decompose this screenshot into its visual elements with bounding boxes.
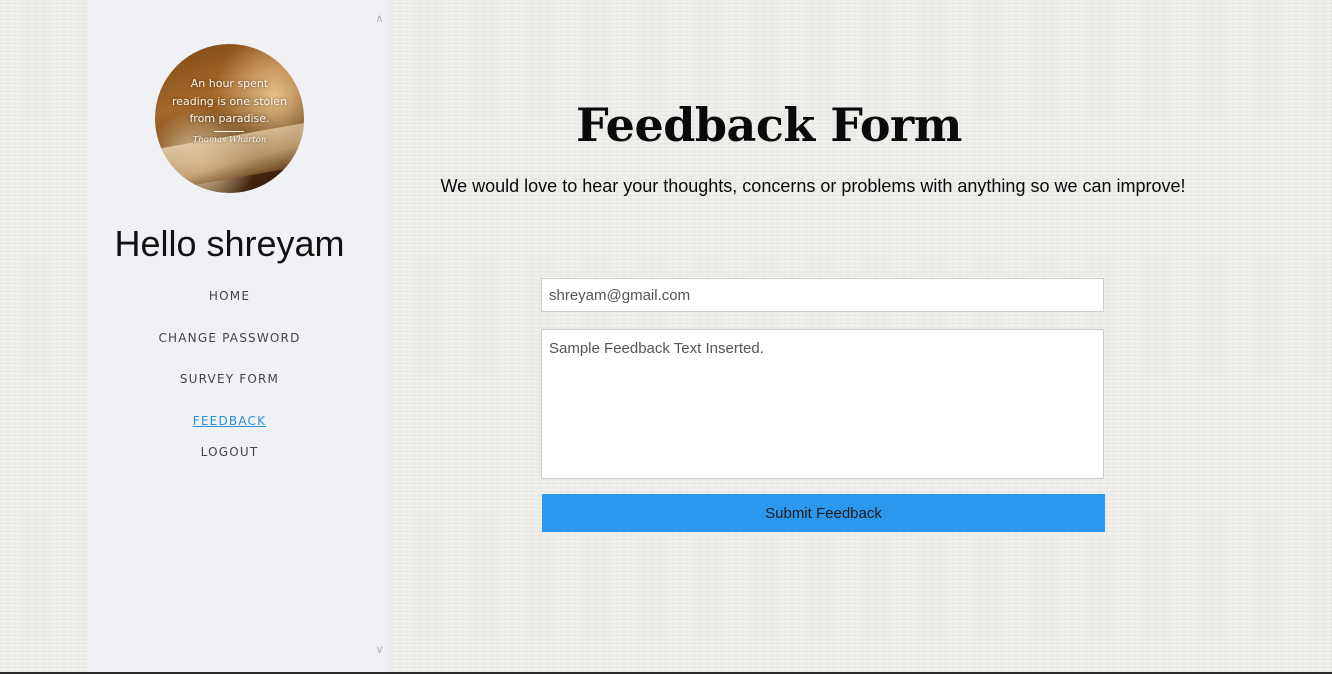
avatar: An hour spent reading is one stolen from… <box>155 44 304 193</box>
avatar-quote-line-1: An hour spent <box>190 77 269 90</box>
nav-link-home[interactable]: HOME <box>88 288 371 304</box>
chevron-up-icon[interactable]: ∧ <box>371 11 388 27</box>
avatar-quote-author: Thomas Wharton <box>192 135 267 145</box>
page-title: Feedback Form <box>576 98 962 152</box>
nav-link-feedback[interactable]: FEEDBACK <box>88 413 371 429</box>
avatar-quote-line-3: from paradise. <box>189 112 270 125</box>
submit-feedback-button[interactable]: Submit Feedback <box>542 494 1105 532</box>
chevron-down-icon[interactable]: ∨ <box>371 642 388 658</box>
nav-link-change-password[interactable]: CHANGE PASSWORD <box>88 330 371 346</box>
greeting-heading: Hello shreyam <box>114 223 345 264</box>
sidebar-scrollbar[interactable]: ∧ ∨ <box>371 0 388 674</box>
avatar-quote: An hour spent reading is one stolen from… <box>163 75 296 128</box>
page-subtitle: We would love to hear your thoughts, con… <box>440 176 1186 196</box>
avatar-quote-line-2: reading is one stolen <box>171 94 288 108</box>
email-field[interactable] <box>541 278 1104 312</box>
nav-link-survey-form[interactable]: SURVEY FORM <box>88 371 371 387</box>
avatar-divider <box>214 131 244 132</box>
nav-link-logout[interactable]: LOGOUT <box>88 444 371 460</box>
sidebar: An hour spent reading is one stolen from… <box>88 0 371 674</box>
feedback-textarea[interactable]: Sample Feedback Text Inserted. <box>541 329 1104 479</box>
